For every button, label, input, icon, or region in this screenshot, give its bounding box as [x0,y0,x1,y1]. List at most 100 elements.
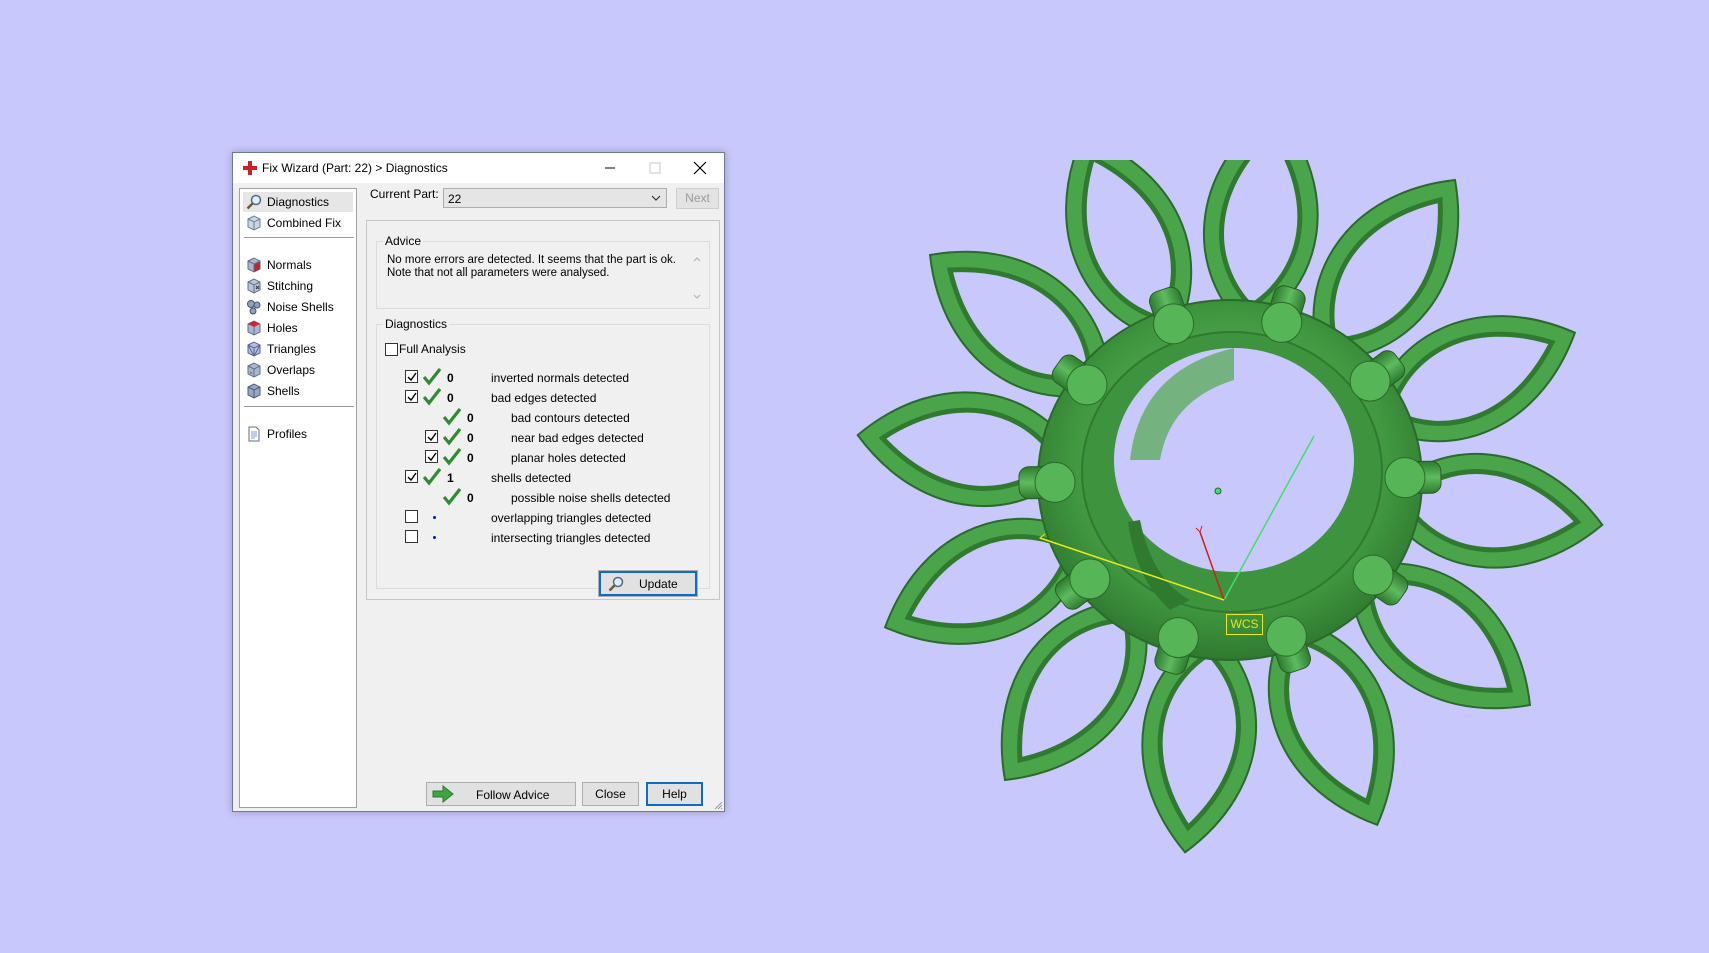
row-checkbox[interactable] [405,530,418,543]
nav-item-combined-fix[interactable]: Combined Fix [243,213,353,233]
magnifier-icon [246,194,262,210]
advice-title: Advice [383,234,424,248]
nav-item-profiles[interactable]: Profiles [243,424,353,444]
close-button[interactable]: Close [582,782,639,806]
maximize-icon [649,162,661,174]
row-count: 0 [467,491,474,505]
status-pending-icon [433,516,436,519]
nav-item-label: Triangles [267,342,316,356]
status-ok-icon [443,488,461,506]
minimize-icon [605,167,615,169]
row-count: 0 [447,371,454,385]
status-ok-icon [423,368,441,386]
window-title: Fix Wizard (Part: 22) > Diagnostics [262,161,448,175]
3d-viewport[interactable] [840,160,1620,860]
nav-item-triangles[interactable]: Triangles [243,339,353,359]
row-label: planar holes detected [511,451,626,465]
update-button[interactable]: Update [598,570,698,597]
nav-item-normals[interactable]: Normals [243,255,353,275]
nav-item-diagnostics[interactable]: Diagnostics [243,192,353,212]
current-part-label: Current Part: [370,187,439,201]
nav-item-shells[interactable]: Shells [243,381,353,401]
checkmark-icon [407,392,417,402]
nav-item-label: Stitching [267,279,314,293]
flower-ring-model [856,160,1604,854]
row-checkbox[interactable] [425,450,438,463]
row-checkbox[interactable] [405,390,418,403]
nav-item-label: Diagnostics [267,195,330,209]
next-button[interactable]: Next [676,188,719,209]
row-count: 0 [467,411,474,425]
row-label: shells detected [491,471,572,485]
shells-cube-icon [247,383,261,399]
nav-item-label: Overlaps [267,363,316,377]
status-ok-icon [443,428,461,446]
noise-shells-icon [247,300,261,315]
status-pending-icon [433,536,436,539]
nav-item-label: Shells [267,384,300,398]
row-checkbox[interactable] [425,430,438,443]
update-label: Update [639,577,678,591]
nav-item-overlaps[interactable]: Overlaps [243,360,353,380]
nav-item-holes[interactable]: Holes [243,318,353,338]
row-label: near bad edges detected [511,431,644,445]
nav-separator [244,406,354,407]
fix-wizard-dialog: Fix Wizard (Part: 22) > Diagnostics Diag… [232,152,725,812]
wizard-nav: Diagnostics Combined Fix Normals Stitchi… [239,188,357,808]
full-analysis-checkbox[interactable] [385,343,398,356]
row-label: bad contours detected [511,411,630,425]
maximize-button[interactable] [633,153,677,183]
resize-grip-icon[interactable] [713,800,723,810]
normals-cube-icon [247,257,261,273]
nav-item-label: Holes [267,321,298,335]
cube-icon [247,215,261,231]
row-count: 0 [447,391,454,405]
prong-post [1384,457,1442,499]
row-count: 1 [447,471,454,485]
overlaps-cube-icon [247,362,261,378]
magnifier-icon [608,576,624,592]
row-label: inverted normals detected [491,371,630,385]
arrow-right-icon [432,785,454,803]
status-ok-icon [443,448,461,466]
status-ok-icon [423,388,441,406]
wcs-label: WCS [1226,614,1263,635]
row-label: possible noise shells detected [511,491,671,505]
nav-item-label: Profiles [267,427,308,441]
diagnostics-panel: Advice No more errors are detected. It s… [366,220,720,600]
close-icon [693,161,707,175]
nav-separator [244,237,354,238]
row-label: intersecting triangles detected [491,531,651,545]
chevron-down-icon [651,195,661,201]
close-window-button[interactable] [678,153,722,183]
row-checkbox[interactable] [405,370,418,383]
stitching-cube-icon [247,278,261,294]
follow-advice-label: Follow Advice [476,788,550,802]
holes-cube-icon [247,320,261,336]
title-bar[interactable]: Fix Wizard (Part: 22) > Diagnostics [233,153,724,183]
advice-group: Advice No more errors are detected. It s… [376,234,710,309]
follow-advice-button[interactable]: Follow Advice [426,782,576,806]
triangles-cube-icon [247,341,261,357]
nav-item-stitching[interactable]: Stitching [243,276,353,296]
prong-post [1018,461,1076,503]
status-ok-icon [423,468,441,486]
status-ok-icon [443,408,461,426]
row-checkbox[interactable] [405,510,418,523]
minimize-button[interactable] [588,153,632,183]
diagnostics-title: Diagnostics [383,317,450,331]
checkmark-icon [427,452,437,462]
row-checkbox[interactable] [405,470,418,483]
row-label: overlapping triangles detected [491,511,652,525]
nav-item-noise-shells[interactable]: Noise Shells [243,297,353,317]
red-cross-app-icon [243,161,257,175]
checkmark-icon [407,472,417,482]
row-count: 0 [467,451,474,465]
row-count: 0 [467,431,474,445]
full-analysis-label: Full Analysis [399,342,466,356]
help-button[interactable]: Help [646,782,703,806]
advice-scrollbar[interactable] [691,254,703,302]
checkmark-icon [427,432,437,442]
nav-item-label: Normals [267,258,312,272]
current-part-select[interactable]: 22 [443,188,667,208]
